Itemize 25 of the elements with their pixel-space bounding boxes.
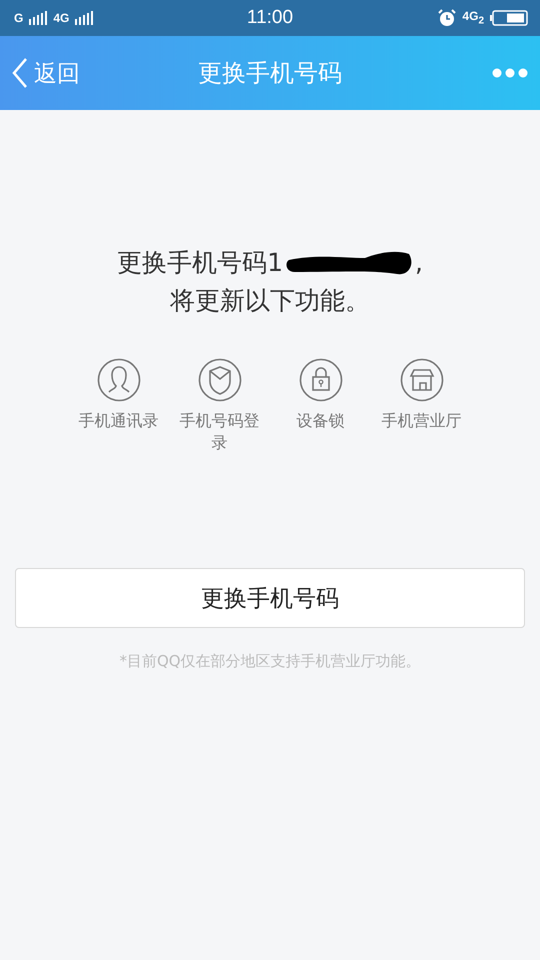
back-icon: [12, 58, 28, 88]
clock-time: 11:00: [246, 7, 294, 29]
change-number-button[interactable]: 更换手机号码: [15, 568, 525, 628]
feature-label: 手机通讯录: [78, 410, 160, 432]
person-icon: [96, 358, 140, 402]
intro-text: 更换手机号码1: [117, 247, 283, 279]
more-button[interactable]: [492, 68, 528, 78]
page-title: 更换手机号码: [197, 58, 343, 89]
signal-icon: [75, 11, 94, 25]
intro-text: 将更新以下功能。: [170, 285, 370, 317]
battery-icon: [490, 10, 528, 26]
lock-icon: [298, 358, 342, 402]
feature-label: 设备锁: [296, 410, 346, 432]
signal-icon: [29, 11, 48, 25]
feature-label: 手机营业厅: [380, 410, 462, 432]
carrier-label: 4G: [53, 11, 70, 25]
intro-text: ,: [414, 247, 423, 279]
alarm-icon: [438, 9, 456, 27]
footnote-text: *目前QQ仅在部分地区支持手机营业厅功能。: [119, 652, 421, 671]
feature-label: 手机号码登录: [178, 410, 260, 454]
carrier-label: G: [14, 11, 24, 25]
network-label: 4G$_{2}$: [462, 9, 484, 27]
shield-icon: [198, 358, 242, 402]
store-icon: [400, 358, 444, 402]
more-icon: [492, 68, 528, 78]
